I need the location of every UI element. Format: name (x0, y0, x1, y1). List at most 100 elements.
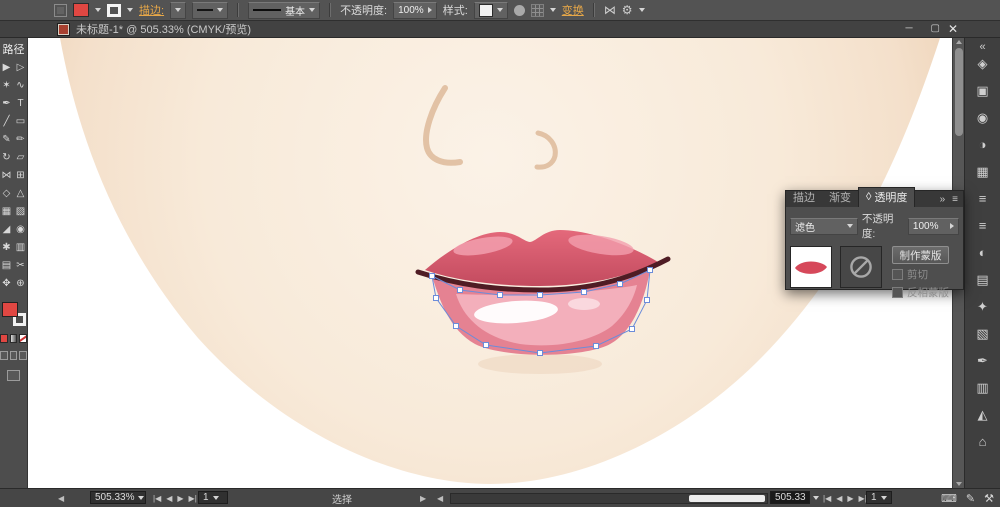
settings-icon[interactable]: ⚙ (622, 3, 633, 17)
direct-selection-tool[interactable]: ▷ (15, 62, 27, 74)
panel-icon[interactable]: ✒ (977, 354, 988, 368)
anchor-point[interactable] (630, 327, 635, 332)
shape-icon[interactable] (514, 5, 525, 16)
perspective-grid-tool[interactable]: △ (15, 188, 27, 200)
tab-transparency[interactable]: ◊ 透明度 (858, 187, 915, 207)
anchor-point[interactable] (430, 274, 435, 279)
prev-artboard-button[interactable]: ◀ (165, 494, 173, 503)
vertical-scrollbar-thumb[interactable] (955, 48, 963, 136)
artboard-number-select[interactable]: 1 (198, 491, 228, 504)
scroll-mid-right-icon[interactable]: ▶ (420, 491, 426, 505)
rectangle-tool[interactable]: ▭ (15, 116, 27, 128)
anchor-point[interactable] (582, 290, 587, 295)
anchor-point[interactable] (484, 343, 489, 348)
draw-behind-button[interactable] (10, 351, 18, 360)
next-artboard-button[interactable]: ▶ (846, 494, 854, 503)
shape-builder-tool[interactable]: ◇ (1, 188, 13, 200)
panel-icon[interactable]: ≡ (979, 219, 987, 233)
width-tool[interactable]: ⋈ (1, 170, 13, 182)
pen-icon[interactable]: ✎ (963, 492, 978, 505)
panel-icon[interactable]: ▣ (976, 84, 988, 98)
symbol-sprayer-tool[interactable]: ✱ (1, 242, 13, 254)
draw-normal-button[interactable] (0, 351, 8, 360)
wrench-icon[interactable]: ⚒ (981, 492, 997, 505)
anchor-point[interactable] (594, 344, 599, 349)
panel-icon[interactable]: ▥ (976, 381, 988, 395)
opacity-select[interactable]: 100% (393, 2, 437, 19)
scroll-mid-left-icon[interactable]: ◀ (437, 491, 443, 505)
rotate-tool[interactable]: ↻ (1, 152, 13, 164)
fill-caret-icon[interactable] (95, 8, 101, 12)
artboard-number-select-right[interactable]: 1 (866, 491, 892, 504)
restore-button[interactable]: ▢ (931, 23, 940, 34)
panel-opacity-select[interactable]: 100% (908, 218, 959, 235)
artboard-tool[interactable]: ▤ (1, 260, 13, 272)
stroke-panel-link[interactable]: 描边: (139, 2, 164, 18)
close-button[interactable]: ✕ (948, 22, 958, 36)
draw-inside-button[interactable] (19, 351, 27, 360)
document-titlebar[interactable]: 未标题-1* @ 505.33% (CMYK/预览) ─ ▢ ✕ (0, 21, 1000, 38)
anchor-point[interactable] (454, 324, 459, 329)
first-artboard-button[interactable]: |◀ (822, 494, 832, 503)
paintbrush-tool[interactable]: ✏ (15, 134, 27, 146)
keyboard-icon[interactable]: ⌨ (938, 492, 960, 505)
gradient-mode-button[interactable] (10, 334, 18, 343)
anchor-point[interactable] (648, 268, 653, 273)
expand-panels-icon[interactable]: « (965, 38, 1000, 57)
scale-tool[interactable]: ▱ (15, 152, 27, 164)
transform-panel-link[interactable]: 变换 (562, 2, 584, 18)
make-mask-button[interactable]: 制作蒙版 (892, 246, 949, 264)
brush-definition-select[interactable]: 基本 (248, 2, 320, 19)
type-tool[interactable]: T (15, 98, 27, 110)
minimize-button[interactable]: ─ (905, 23, 912, 34)
object-thumbnail[interactable] (790, 246, 832, 288)
width-profile-select[interactable] (192, 2, 228, 19)
panel-icon[interactable]: ◭ (978, 408, 988, 422)
horizontal-scrollbar[interactable] (450, 493, 768, 504)
align-grid-icon[interactable] (531, 4, 544, 17)
screen-mode-button[interactable] (7, 370, 20, 381)
blend-tool[interactable]: ◉ (15, 224, 27, 236)
none-mode-button[interactable] (19, 334, 27, 343)
scroll-down-icon[interactable] (956, 482, 962, 486)
line-segment-tool[interactable]: ╱ (1, 116, 13, 128)
invert-mask-checkbox[interactable] (892, 287, 903, 298)
mesh-tool[interactable]: ▦ (1, 206, 13, 218)
gradient-tool[interactable]: ▨ (15, 206, 27, 218)
panel-icon[interactable]: ▤ (976, 273, 988, 287)
anchor-point[interactable] (498, 293, 503, 298)
scroll-left-icon[interactable]: ◀ (58, 491, 64, 505)
fill-swatch[interactable] (2, 302, 18, 317)
clip-checkbox[interactable] (892, 269, 903, 280)
first-artboard-button[interactable]: |◀ (152, 494, 162, 503)
zoom-display-right[interactable]: 505.33 (770, 491, 810, 504)
last-artboard-button[interactable]: ▶| (188, 494, 198, 503)
collapse-panel-icon[interactable]: » (940, 194, 946, 205)
chevron-down-icon[interactable] (639, 8, 645, 12)
fill-stroke-swatches[interactable] (2, 302, 26, 326)
panel-icon[interactable]: ▧ (976, 327, 988, 341)
selection-tool[interactable]: ▶ (1, 62, 13, 74)
distort-icon[interactable]: ⋈ (604, 3, 616, 17)
panel-icon[interactable]: ◈ (978, 57, 988, 71)
panel-icon[interactable]: ◑ (979, 138, 987, 152)
magic-wand-tool[interactable]: ✶ (1, 80, 13, 92)
eyedropper-tool[interactable]: ◢ (1, 224, 13, 236)
free-transform-tool[interactable]: ⊞ (15, 170, 27, 182)
zoom-tool[interactable]: ⊕ (15, 278, 27, 290)
panel-icon[interactable]: ▦ (976, 165, 988, 179)
anchor-point[interactable] (538, 293, 543, 298)
anchor-point[interactable] (618, 282, 623, 287)
clip-checkbox-row[interactable]: 剪切 (892, 267, 949, 282)
pen-tool[interactable]: ✒ (1, 98, 13, 110)
panel-icon[interactable]: ◐ (979, 246, 987, 260)
panel-icon[interactable]: ✦ (977, 300, 988, 314)
stroke-weight-select[interactable] (170, 2, 186, 19)
blend-mode-select[interactable]: 滤色 (790, 218, 858, 235)
panel-icon[interactable]: ⌂ (979, 435, 987, 449)
anchor-point[interactable] (538, 351, 543, 356)
anchor-point[interactable] (434, 296, 439, 301)
stroke-color-swatch[interactable] (107, 4, 121, 17)
prev-artboard-button[interactable]: ◀ (835, 494, 843, 503)
panel-icon[interactable]: ◉ (977, 111, 988, 125)
